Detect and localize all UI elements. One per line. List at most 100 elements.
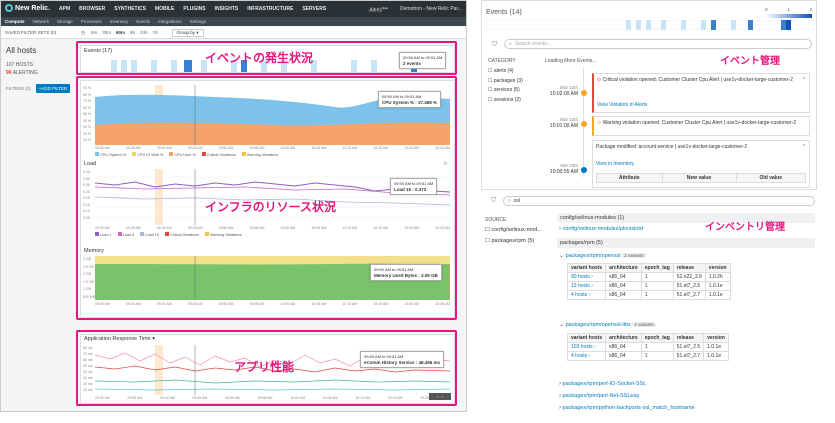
nav-infrastructure[interactable]: INFRASTRUCTURE [247,6,293,12]
source-list: ☐ config/selinux-mod... ☐ packages/rpm (… [485,225,542,247]
event1-card[interactable]: ⊙ Critical violation opened: Customer Cl… [592,73,810,113]
time-7d[interactable]: 7d [153,30,158,35]
events-management-panel: Events (14) 012 ⛉ ⌕ Search events... CAT… [481,0,817,190]
event3-dot [580,167,587,173]
event3-card[interactable]: Package modified: account-service | use1… [592,140,810,188]
table-row: 103 hosts › x86_64 1 51.el7_2.5 1.0.1e [566,342,729,352]
inventory-jp-label: インベントリ管理 [705,222,785,233]
event-heatmap[interactable] [486,20,814,30]
change-table: Attribute New value Old value [596,173,807,183]
account-menu[interactable]: Demotron - New Relic Par... [400,6,462,14]
events-search-input[interactable]: ⌕ Search events... [504,39,812,49]
rpm-group-header[interactable]: packages/rpm (5) [557,238,815,248]
sub-nav: Compute Network Storage Processes Invent… [1,17,466,26]
top-nav: APM BROWSER SYNTHETICS MOBILE PLUGINS IN… [59,6,326,12]
nav-insights[interactable]: INSIGHTS [215,6,239,12]
saved-filter-sets[interactable]: SAVED FILTER SETS (0) [5,30,75,35]
new-relic-logo[interactable]: New Relic. [5,4,50,12]
source-config-selinux[interactable]: ☐ config/selinux-mod... [485,225,542,236]
alerts-badge: New [382,6,389,10]
right-events-title: Events (14) [486,9,522,16]
event3-time: 10:00:55 AM [549,169,578,175]
table-row: 4 hosts › x86_64 1 51.el7_2.7 1.0.1e [566,351,729,361]
sidebar-title: All hosts [6,46,37,55]
event2-date: Mar 10th [560,117,578,122]
add-filter-button[interactable]: + ADD FILTER [36,84,70,93]
time-5m[interactable]: 5m [91,30,97,35]
chevron-right-icon: › [559,226,561,232]
category-alerts[interactable]: ☐ alerts (4) [488,67,523,77]
clock-icon: ◷ [81,29,85,35]
tab-compute[interactable]: Compute [5,19,25,24]
more-packages: › packages/rpm/perl-IO-Socket-SSL › pack… [559,378,695,414]
event2-dot [580,121,587,127]
tab-integrations[interactable]: Integrations [158,19,182,24]
source-packages-rpm[interactable]: ☐ packages/rpm (5) [485,236,542,247]
package-perl-io-socket-ssl[interactable]: › packages/rpm/perl-IO-Socket-SSL [559,378,695,390]
package-perl-net-ssleay[interactable]: › packages/rpm/perl-Net-SSLeay [559,390,695,402]
alerts-link[interactable]: AlertsNew [369,6,388,14]
category-services[interactable]: ☐ services (5) [488,86,523,96]
funnel-icon[interactable]: ⛉ [491,197,496,205]
openssl-row[interactable]: ⌄ packages/rpm/openssl 3 variants [559,252,646,259]
inventory-search-input[interactable]: ⌕ ssl [503,196,815,206]
variants-badge: 3 variants [622,253,646,258]
view-violation-link[interactable]: View Violation in Alerts [597,102,647,108]
package-python-backports[interactable]: › packages/rpm/python-backports-ssl_matc… [559,402,695,414]
chevron-down-icon: ⌄ [559,322,565,328]
chevron-up-icon[interactable]: ⌃ [802,77,806,83]
alerting-count: 96 ALERTING [6,70,38,76]
filter-bar: SAVED FILTER SETS (0) ◷ 5m 30m 60m 6h 24… [1,27,466,39]
openssl-table: variant hosts architecture epoch_tag releas… [566,263,731,300]
group-by-select[interactable]: Group by ▾ [171,28,204,37]
table-row: 4 hosts › x86_64 1 51.el7_2.7 1.0.1e [566,290,731,300]
config-item[interactable]: › config/selinux-modules/pkcsslotd [559,226,643,232]
nav-apm[interactable]: APM [59,6,70,12]
tab-events[interactable]: Events [136,19,150,24]
nav-mobile[interactable]: MOBILE [155,6,174,12]
search-icon: ⌕ [508,198,511,204]
funnel-icon[interactable]: ⛉ [492,41,497,49]
sidebar: All hosts 107 HOSTS 96 ALERTING FILTERS … [1,40,73,411]
warning-icon: ⊙ [597,120,602,126]
event2-card[interactable]: ⊙ Warning violation opened: Customer Clu… [592,116,810,136]
view-in-inventory-link[interactable]: View in Inventory [596,161,634,167]
variants-badge: 2 variants [632,322,656,327]
source-label: SOURCE [485,217,507,223]
event1-time: 10:02:00 AM [549,91,578,97]
tab-settings[interactable]: Settings [190,19,206,24]
resources-jp-label: インフラのリソース状況 [205,200,337,214]
chevron-down-icon: ⌄ [559,253,565,259]
chevron-up-icon[interactable]: ⌃ [802,144,806,150]
nav-synthetics[interactable]: SYNTHETICS [114,6,146,12]
top-right: AlertsNew Demotron - New Relic Par... [369,6,462,14]
category-packages[interactable]: ☐ packages (3) [488,77,523,87]
event-scale-bar [765,14,812,18]
time-24h[interactable]: 24h [140,30,148,35]
event1-dot [580,90,587,96]
nav-plugins[interactable]: PLUGINS [183,6,205,12]
time-6h[interactable]: 6h [130,30,135,35]
tab-network[interactable]: Network [33,19,50,24]
category-sessions[interactable]: ☐ sessions (2) [488,96,523,106]
app-jp-label: アプリ性能 [234,360,295,374]
hosts-count: 107 HOSTS [6,62,33,68]
tab-storage[interactable]: Storage [57,19,73,24]
top-bar: New Relic. APM BROWSER SYNTHETICS MOBILE… [1,1,466,17]
event2-time: 10:01:00 AM [549,123,578,129]
event-scale: 012 [765,7,812,12]
time-picker: 5m 30m 60m 6h 24h 7d [91,30,158,35]
nav-browser[interactable]: BROWSER [79,6,105,12]
filters-label: FILTERS (0) [6,86,31,91]
nav-servers[interactable]: SERVERS [302,6,326,12]
table-row: 90 hosts › x86_64 1 52.n22_3.9 1.0.2h [566,272,731,282]
tab-processes[interactable]: Processes [81,19,102,24]
openssl-libs-row[interactable]: ⌄ packages/rpm/openssl-libs 2 variants [559,321,656,328]
category-label: CATEGORY [488,58,516,64]
openssl-libs-table: variant hosts architecture epoch_tag releas… [566,333,729,361]
tab-inventory[interactable]: Inventory [110,19,129,24]
time-30m[interactable]: 30m [102,30,111,35]
loading-text: Loading More Events... [545,58,597,64]
time-60m[interactable]: 60m [116,30,125,35]
search-icon: ⌕ [509,41,512,47]
